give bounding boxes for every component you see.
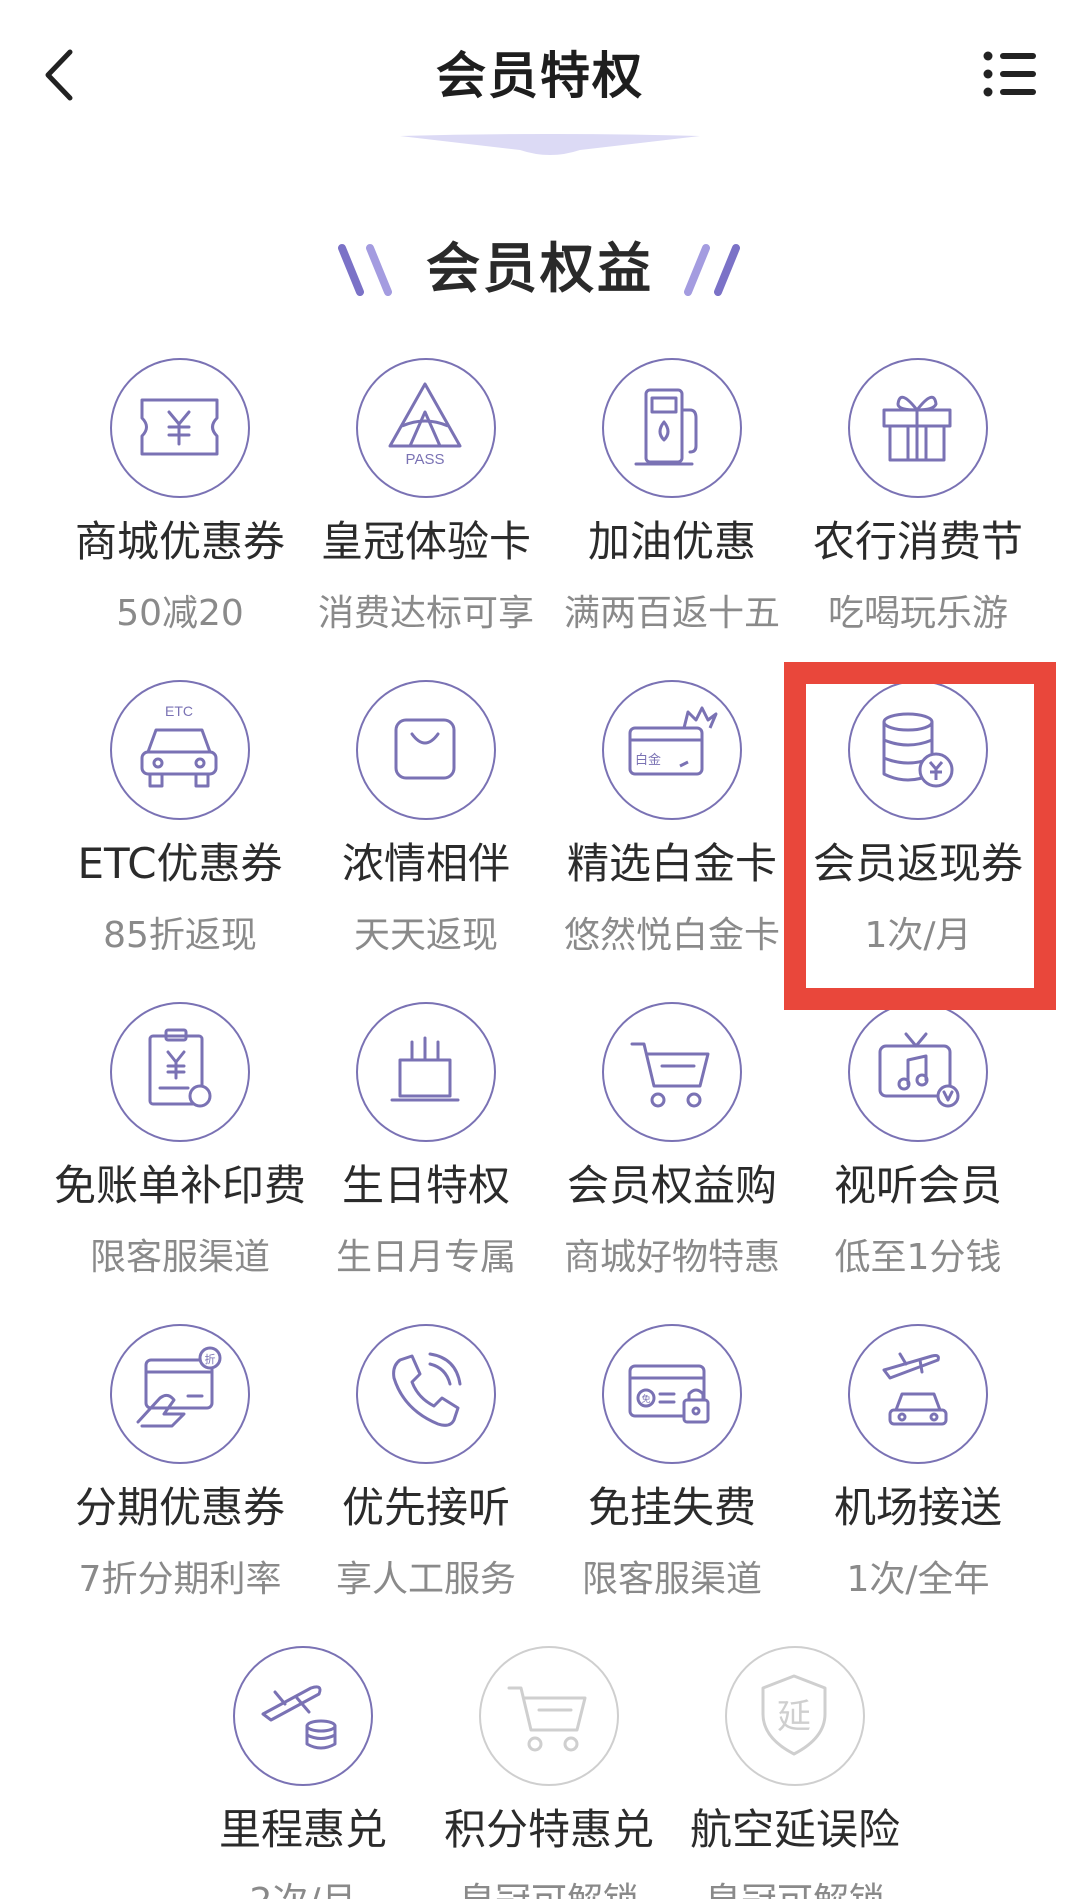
benefit-title: 农行消费节	[812, 517, 1023, 566]
coin-stack-icon	[848, 680, 988, 820]
benefits-grid: 商城优惠券 50减20 PASS 皇冠体验卡 消费达标可享 加油优惠 满两百返十…	[0, 0, 1080, 1899]
fuel-pump-icon	[602, 358, 742, 498]
benefit-item-mileage-redeem[interactable]: 里程惠兑 2次/月	[178, 1646, 428, 1899]
benefit-item-cashback-coupon[interactable]: 会员返现券 1次/月	[793, 680, 1043, 980]
tv-music-icon	[848, 1002, 988, 1142]
coupon-icon	[110, 358, 250, 498]
bill-icon	[110, 1002, 250, 1142]
cart-disabled-icon	[479, 1646, 619, 1786]
delay-shield-icon: 延	[725, 1646, 865, 1786]
benefit-item-birthday[interactable]: 生日特权 生日月专属	[301, 1002, 551, 1302]
benefit-item-installment-coupon[interactable]: 折 分期优惠券 7折分期利率	[55, 1324, 305, 1624]
svg-text:ETC: ETC	[165, 703, 193, 719]
shopping-bag-icon	[356, 680, 496, 820]
benefit-title: 会员返现券	[812, 839, 1023, 888]
benefit-item-companionship[interactable]: 浓情相伴 天天返现	[301, 680, 551, 980]
benefit-item-airport-transfer[interactable]: 机场接送 1次/全年	[793, 1324, 1043, 1624]
benefit-item-flight-delay-insurance[interactable]: 延 航空延误险 皇冠可解锁	[670, 1646, 920, 1899]
pass-card-icon: PASS	[356, 358, 496, 498]
benefit-title: 视听会员	[833, 1161, 1002, 1210]
platinum-card-icon: 白金	[602, 680, 742, 820]
benefit-title: 航空延误险	[689, 1805, 900, 1854]
svg-text:延: 延	[777, 1697, 811, 1737]
benefit-item-platinum-card[interactable]: 白金 精选白金卡 悠然悦白金卡	[547, 680, 797, 980]
svg-text:折: 折	[205, 1352, 216, 1366]
benefit-item-fuel[interactable]: 加油优惠 满两百返十五	[547, 358, 797, 658]
benefit-item-crown-pass[interactable]: PASS 皇冠体验卡 消费达标可享	[301, 358, 551, 658]
card-payment-icon: 折	[110, 1324, 250, 1464]
airport-car-icon	[848, 1324, 988, 1464]
benefit-title: 机场接送	[833, 1483, 1002, 1532]
benefit-item-abc-festival[interactable]: 农行消费节 吃喝玩乐游	[793, 358, 1043, 658]
svg-text:免: 免	[641, 1393, 650, 1405]
birthday-cake-icon	[356, 1002, 496, 1142]
benefit-item-etc-coupon[interactable]: ETC ETC优惠券 85折返现	[55, 680, 305, 980]
benefit-subtitle: 皇冠可解锁	[650, 1872, 940, 1899]
benefit-item-mall-coupon[interactable]: 商城优惠券 50减20	[55, 358, 305, 658]
benefit-item-points-redeem[interactable]: 积分特惠兑 皇冠可解锁	[424, 1646, 674, 1899]
svg-text:白金: 白金	[635, 752, 661, 768]
benefit-item-bill-reprint[interactable]: 免账单补印费 限客服渠道	[54, 1002, 306, 1302]
gift-box-icon	[848, 358, 988, 498]
etc-car-icon: ETC	[110, 680, 250, 820]
benefit-subtitle: 1次/月	[864, 915, 972, 956]
card-lock-icon: 免	[602, 1324, 742, 1464]
shopping-cart-icon	[602, 1002, 742, 1142]
benefit-item-member-shopping[interactable]: 会员权益购 商城好物特惠	[547, 1002, 797, 1302]
benefit-subtitle: 吃喝玩乐游	[827, 593, 1008, 634]
benefit-item-av-membership[interactable]: 视听会员 低至1分钱	[793, 1002, 1043, 1302]
benefit-subtitle: 1次/全年	[846, 1559, 990, 1600]
benefit-subtitle: 低至1分钱	[834, 1237, 1002, 1278]
phone-icon	[356, 1324, 496, 1464]
plane-coins-icon	[233, 1646, 373, 1786]
benefit-item-loss-report-free[interactable]: 免 免挂失费 限客服渠道	[547, 1324, 797, 1624]
svg-text:PASS: PASS	[406, 451, 445, 468]
benefit-item-priority-call[interactable]: 优先接听 享人工服务	[301, 1324, 551, 1624]
